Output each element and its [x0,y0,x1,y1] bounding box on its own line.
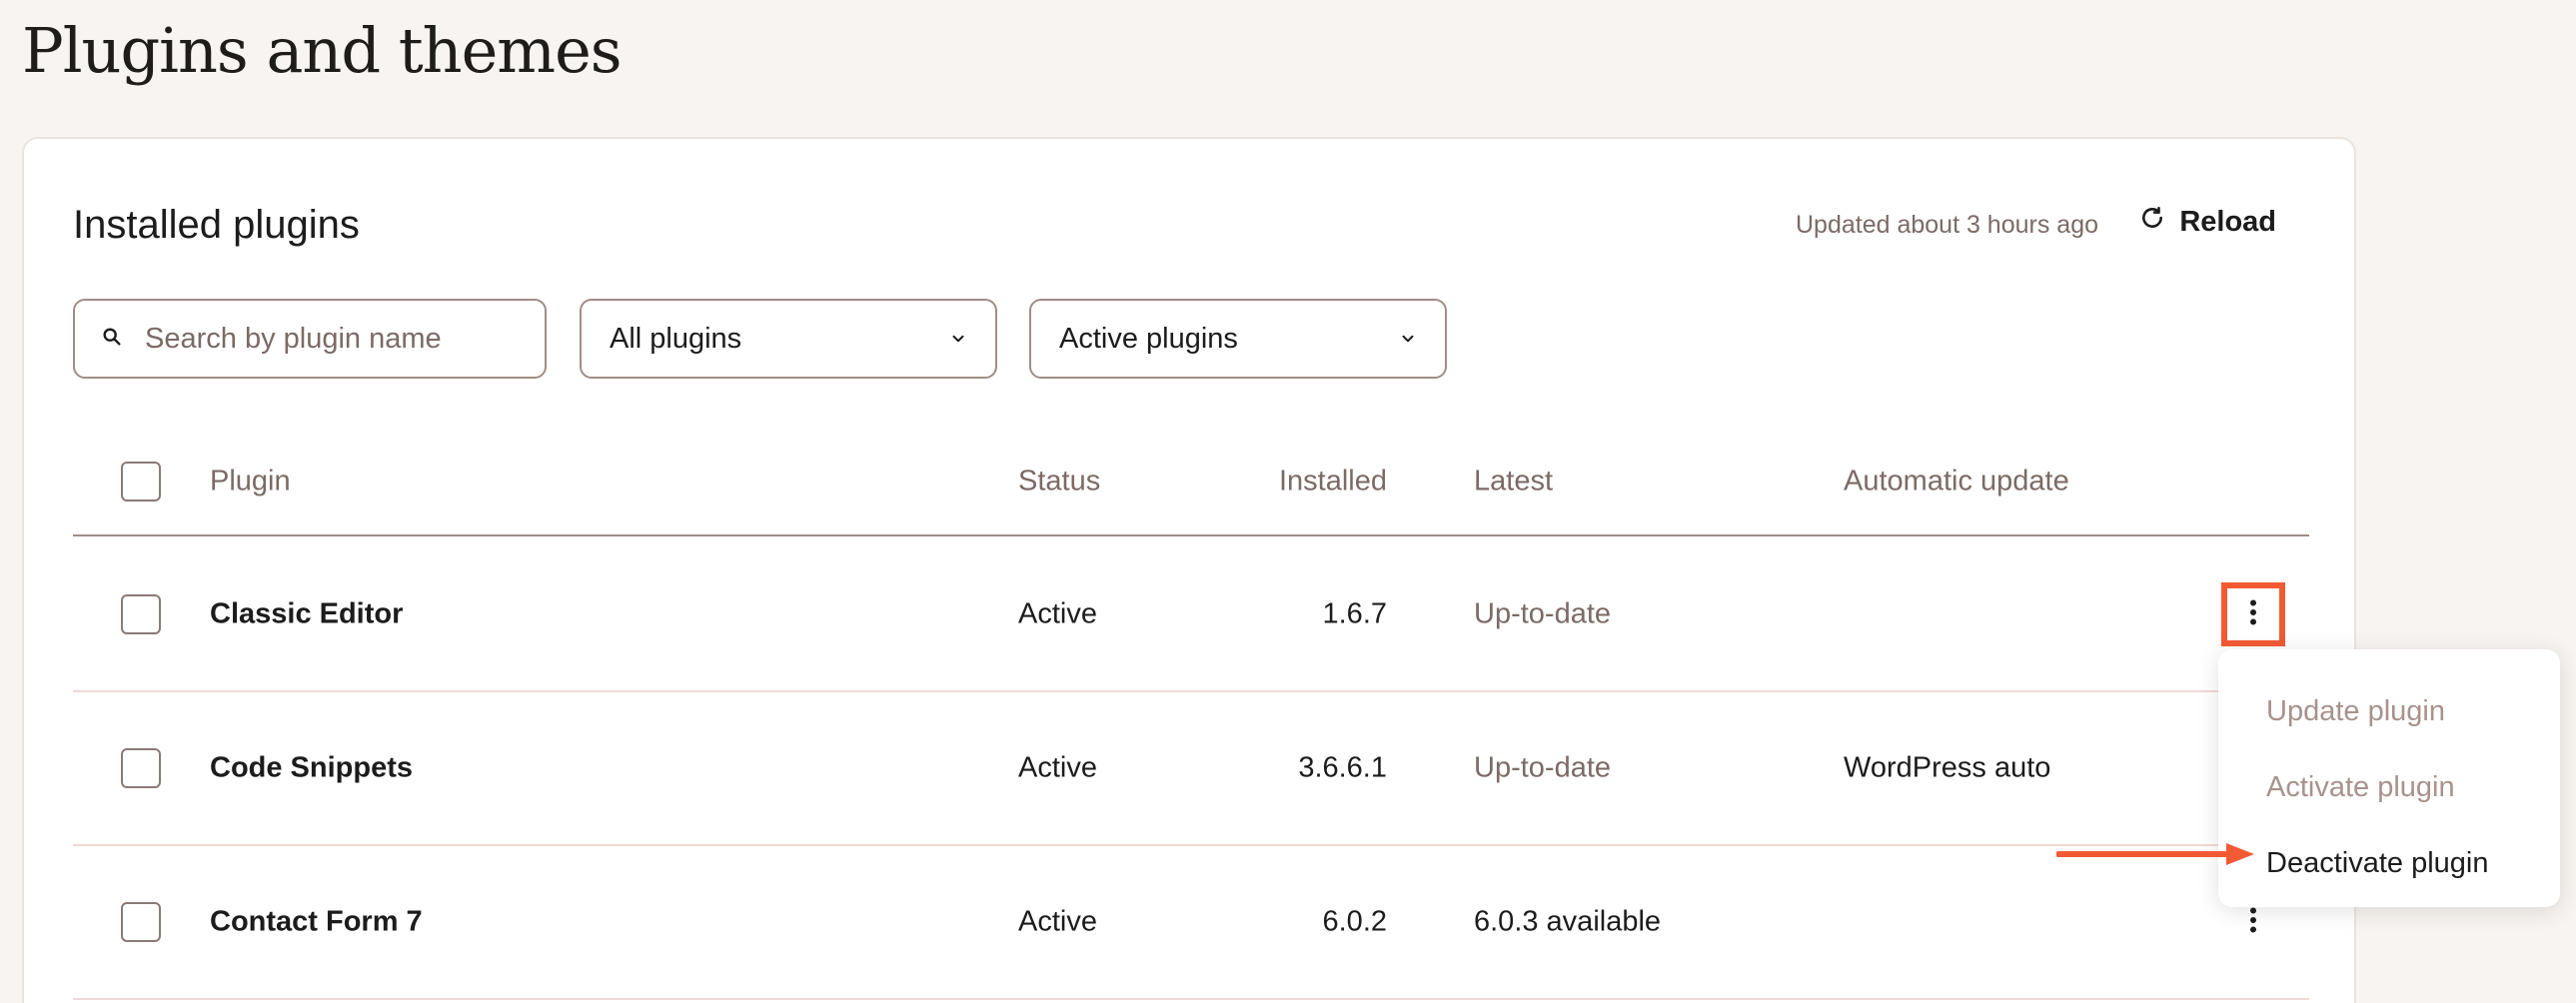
column-header-status[interactable]: Status [1018,466,1100,499]
chevron-down-icon [949,323,967,356]
column-header-plugin[interactable]: Plugin [210,466,291,499]
plugin-status-select[interactable]: Active plugins [1029,299,1447,379]
table-row: Classic Editor Active 1.6.7 Up-to-date [73,538,2309,692]
column-header-automatic-update[interactable]: Automatic update [1844,466,2069,499]
plugin-name: Contact Form 7 [210,905,423,938]
table-row: Code Snippets Active 3.6.6.1 Up-to-date … [73,692,2309,846]
reload-button[interactable]: Reload [2139,205,2276,239]
plugin-status-select-value: Active plugins [1059,322,1238,355]
more-vertical-icon [2249,599,2257,630]
table-header: Plugin Status Installed Latest Automatic… [73,429,2309,536]
plugin-auto-update: WordPress auto [1844,751,2051,784]
plugin-installed-version: 3.6.6.1 [1298,751,1387,784]
select-all-checkbox[interactable] [121,462,161,502]
row-actions-menu: Update plugin Activate plugin Deactivate… [2218,649,2560,907]
plugin-status: Active [1018,751,1097,784]
updated-timestamp: Updated about 3 hours ago [1795,211,2098,239]
plugin-installed-version: 1.6.7 [1322,597,1388,630]
page-title: Plugins and themes [22,14,623,87]
section-title: Installed plugins [73,203,360,247]
row-actions-button[interactable] [2221,582,2285,646]
menu-item-deactivate-plugin[interactable]: Deactivate plugin [2218,825,2560,901]
table-row: Contact Form 7 Active 6.0.2 6.0.3 availa… [73,846,2309,1000]
search-icon [101,326,123,353]
plugin-status: Active [1018,905,1097,938]
row-checkbox[interactable] [121,902,161,942]
plugin-status: Active [1018,597,1097,630]
menu-item-activate-plugin[interactable]: Activate plugin [2218,749,2560,825]
plugin-name: Code Snippets [210,751,414,784]
menu-item-update-plugin[interactable]: Update plugin [2218,673,2560,749]
plugin-latest: Up-to-date [1474,751,1612,784]
column-header-installed[interactable]: Installed [1279,466,1387,499]
reload-label: Reload [2179,205,2276,238]
row-checkbox[interactable] [121,748,161,788]
annotation-arrow-icon [2056,843,2254,865]
plugin-installed-version: 6.0.2 [1322,905,1388,938]
row-actions-button[interactable] [2233,902,2273,942]
more-vertical-icon [2249,907,2257,938]
search-input[interactable] [145,322,525,356]
row-checkbox[interactable] [121,594,161,634]
search-field[interactable] [73,299,547,379]
column-header-latest[interactable]: Latest [1474,466,1553,499]
installed-plugins-card: Installed plugins Updated about 3 hours … [22,137,2356,1003]
plugin-type-select[interactable]: All plugins [580,299,997,379]
chevron-down-icon [1399,323,1417,356]
reload-icon [2139,205,2165,239]
plugin-latest: Up-to-date [1474,597,1612,630]
plugin-name: Classic Editor [210,597,404,630]
plugin-latest: 6.0.3 available [1474,905,1662,938]
plugin-type-select-value: All plugins [610,322,742,355]
